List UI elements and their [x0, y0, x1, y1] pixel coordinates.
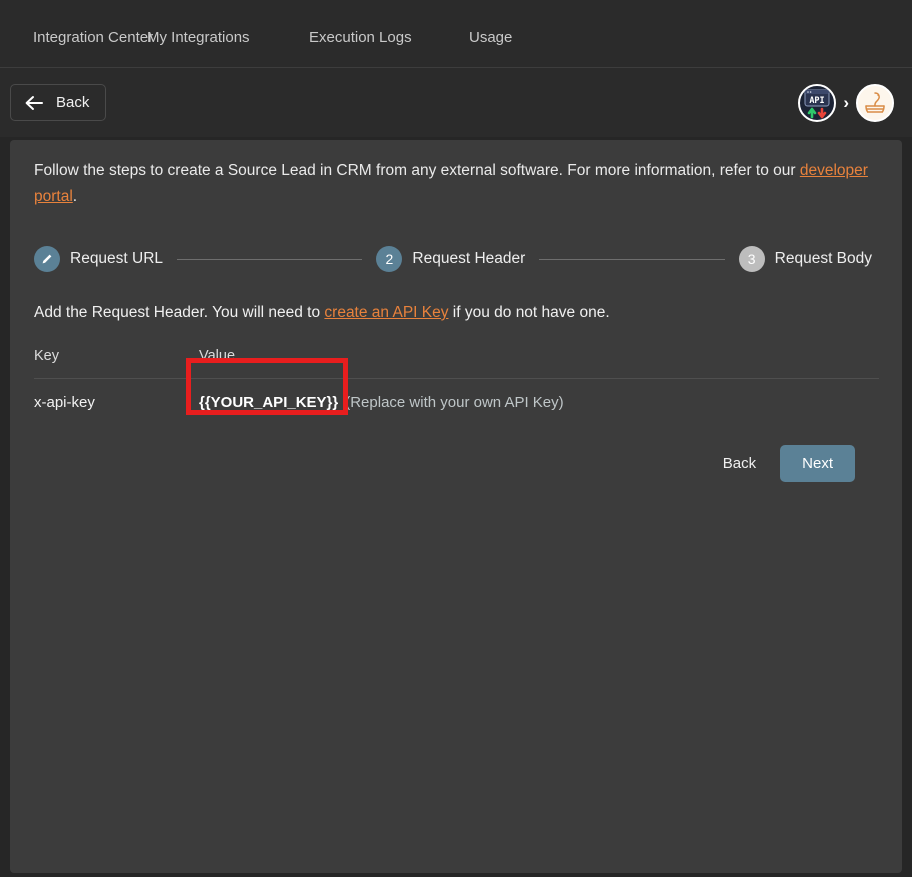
step-2-marker: 2	[376, 246, 403, 272]
instruction-paragraph: Add the Request Header. You will need to…	[34, 302, 878, 324]
api-key-placeholder-token: {{YOUR_API_KEY}}	[199, 393, 339, 411]
table-header-row: Key Value	[34, 348, 879, 379]
step-1-marker-pencil-icon	[34, 246, 60, 272]
cell-value[interactable]: {{YOUR_API_KEY}} (Replace with your own …	[199, 394, 879, 411]
tab-execution-logs[interactable]: Execution Logs	[309, 23, 469, 52]
step-request-body[interactable]: 3 Request Body	[738, 246, 873, 272]
step-request-header[interactable]: 2 Request Header	[376, 246, 525, 272]
step-request-url[interactable]: Request URL	[34, 246, 163, 272]
request-header-table: Key Value x-api-key {{YOUR_API_KEY}} (Re…	[34, 348, 879, 425]
intro-paragraph: Follow the steps to create a Source Lead…	[34, 158, 878, 210]
api-key-hint-text: (Replace with your own API Key)	[345, 393, 564, 411]
column-header-value: Value	[199, 348, 236, 364]
api-icon[interactable]: API	[798, 83, 837, 122]
chevron-right-icon: ›	[843, 93, 849, 112]
back-button-label: Back	[56, 94, 90, 111]
wizard-stepper: Request URL 2 Request Header 3 Request B…	[34, 246, 878, 272]
step-connector-2	[539, 258, 725, 260]
step-3-marker: 3	[738, 246, 765, 272]
intro-text-part2: .	[72, 188, 78, 205]
table-row: x-api-key {{YOUR_API_KEY}} (Replace with…	[34, 379, 879, 425]
tab-my-integrations[interactable]: My Integrations	[147, 23, 309, 52]
instruction-text-part1: Add the Request Header. You will need to	[34, 304, 325, 321]
app-logo-icon[interactable]	[856, 83, 894, 122]
content-panel: Follow the steps to create a Source Lead…	[10, 140, 902, 873]
wizard-actions: Back Next	[34, 445, 878, 482]
top-navigation-tabs: Integration Center My Integrations Execu…	[0, 15, 512, 67]
step-1-label: Request URL	[70, 250, 164, 267]
breadcrumb: API ›	[798, 83, 894, 122]
page-header-bar: Back API ›	[0, 68, 912, 137]
wizard-back-button[interactable]: Back	[713, 447, 766, 480]
content-panel-inner: Follow the steps to create a Source Lead…	[10, 140, 902, 482]
svg-text:API: API	[810, 96, 825, 106]
instruction-text-part2: if you do not have one.	[448, 304, 610, 321]
tab-integration-center[interactable]: Integration Center	[33, 23, 153, 52]
cell-key: x-api-key	[34, 393, 95, 411]
step-3-label: Request Body	[774, 250, 873, 267]
arrow-left-icon	[24, 95, 44, 111]
top-navigation-bar: Integration Center My Integrations Execu…	[0, 0, 912, 68]
back-button[interactable]: Back	[10, 84, 107, 121]
intro-text-part1: Follow the steps to create a Source Lead…	[34, 162, 800, 179]
column-header-key: Key	[34, 348, 59, 364]
step-connector-1	[177, 258, 363, 260]
create-api-key-link[interactable]: create an API Key	[324, 304, 448, 321]
step-2-label: Request Header	[412, 250, 526, 267]
wizard-next-button[interactable]: Next	[780, 445, 855, 482]
tab-usage[interactable]: Usage	[469, 23, 512, 52]
